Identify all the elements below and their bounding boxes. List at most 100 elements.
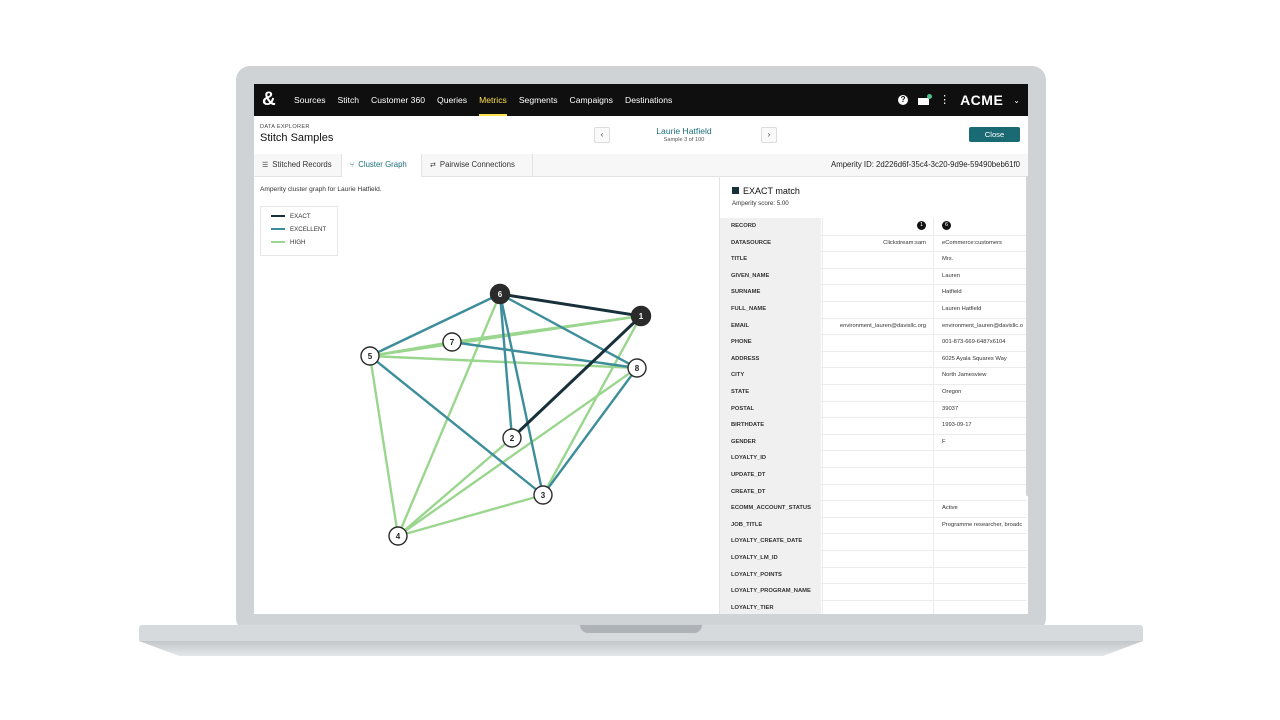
graph-node-5[interactable]: 5	[360, 346, 380, 366]
graph-node-1[interactable]: 1	[630, 305, 652, 327]
field-name: FULL_NAME	[720, 301, 821, 318]
record-value	[822, 367, 932, 384]
record-value: 1993-09-17	[933, 417, 1027, 434]
gift-icon[interactable]	[918, 94, 933, 105]
more-options-icon[interactable]: ⋮	[939, 95, 950, 106]
edge-6-2[interactable]	[498, 293, 514, 439]
record-value	[822, 301, 932, 318]
table-row: ADDRESS 6025 Ayala Squares Way	[720, 350, 1027, 369]
nav-item-campaigns[interactable]: Campaigns	[564, 84, 619, 116]
next-sample-button[interactable]: ›	[761, 127, 777, 143]
nav-item-destinations[interactable]: Destinations	[619, 84, 678, 116]
cluster-graph: 6 1 7 5 8 2 3 4	[360, 283, 652, 546]
record-value: environment_lauren@davisllc.o	[933, 317, 1027, 335]
graph-node-7[interactable]: 7	[442, 332, 462, 352]
amperity-id: Amperity ID: 2d226d6f-35c4-3c20-9d9e-594…	[831, 160, 1020, 169]
record-value	[822, 483, 932, 501]
table-row: GIVEN_NAME Lauren	[720, 267, 1027, 286]
record-value	[822, 583, 932, 600]
table-row: LOYALTY_PROGRAM_NAME	[720, 583, 1027, 601]
graph-node-3[interactable]: 3	[533, 485, 553, 505]
breadcrumb: DATA EXPLORER	[260, 124, 310, 130]
table-row: EMAIL environment_lauren@davisllc.org envi…	[720, 317, 1027, 336]
record-value	[933, 533, 1027, 550]
record-value	[933, 483, 1027, 501]
field-name: CREATE_DT	[720, 483, 821, 501]
page-header: DATA EXPLORER Stitch Samples ‹ Laurie Ha…	[254, 116, 1028, 155]
nav-item-segments[interactable]: Segments	[513, 84, 564, 116]
field-name: SURNAME	[720, 284, 821, 301]
record-value	[933, 450, 1027, 467]
node-label: 8	[635, 364, 640, 373]
record-value	[822, 384, 932, 401]
graph-node-4[interactable]: 4	[388, 526, 408, 546]
field-name: POSTAL	[720, 400, 821, 418]
match-score: Amperity score: 5.00	[732, 200, 789, 207]
record-value: Clickstream:sam	[822, 234, 932, 252]
nav-item-stitch[interactable]: Stitch	[332, 84, 366, 116]
table-row: SURNAME Hatfield	[720, 284, 1027, 302]
record-column-1: 1	[822, 218, 932, 235]
edge-2-4[interactable]	[397, 437, 513, 537]
edge-4-3[interactable]	[397, 493, 544, 538]
record-value: 001-873-669-6487x6104	[933, 334, 1027, 351]
table-row: TITLE Mrs.	[720, 251, 1027, 269]
pane-scrollbar[interactable]	[1026, 176, 1028, 496]
nav-item-customer-360[interactable]: Customer 360	[365, 84, 431, 116]
record-value	[822, 251, 932, 268]
field-name: ECOMM_ACCOUNT_STATUS	[720, 500, 821, 517]
amperity-logo[interactable]: &	[262, 90, 276, 110]
nav-item-sources[interactable]: Sources	[288, 84, 332, 116]
record-value	[933, 467, 1027, 484]
exact-swatch	[732, 187, 739, 194]
table-row: LOYALTY_LM_ID	[720, 550, 1027, 568]
table-row: BIRTHDATE 1993-09-17	[720, 417, 1027, 435]
field-name: STATE	[720, 384, 821, 401]
table-row: JOB_TITLE Programme researcher, broadc	[720, 516, 1027, 535]
nav-right: ? ⋮ ACME ⌄	[898, 84, 1020, 116]
field-name: LOYALTY_TIER	[720, 599, 821, 614]
record-value: Active	[933, 500, 1027, 517]
table-row: LOYALTY_CREATE_DATE	[720, 533, 1027, 551]
record-value	[933, 599, 1027, 614]
tab-cluster-graph[interactable]: ⑂ Cluster Graph	[342, 154, 422, 177]
laptop-notch	[580, 625, 702, 633]
tab-stitched-records[interactable]: ☰ Stitched Records	[254, 154, 342, 176]
record-badge: 6	[942, 220, 951, 230]
top-nav: & Sources Stitch Customer 360 Queries Metric…	[254, 84, 1028, 116]
previous-sample-button[interactable]: ‹	[594, 127, 610, 143]
graph-node-2[interactable]: 2	[502, 428, 522, 448]
nav-item-queries[interactable]: Queries	[431, 84, 473, 116]
edge-8-3[interactable]	[542, 367, 638, 496]
tab-label: Stitched Records	[272, 160, 332, 169]
record-value	[822, 467, 932, 484]
help-icon[interactable]: ?	[898, 95, 909, 105]
graph-node-8[interactable]: 8	[627, 358, 647, 378]
tenant-brand[interactable]: ACME	[960, 92, 1003, 108]
node-label: 6	[498, 290, 503, 299]
graph-node-6[interactable]: 6	[489, 283, 511, 305]
field-name: LOYALTY_ID	[720, 450, 821, 467]
record-badge: 1	[917, 220, 926, 230]
sample-name[interactable]: Laurie Hatfield	[634, 126, 734, 136]
record-value: Programme researcher, broadc	[933, 516, 1027, 534]
record-value: Mrs.	[933, 251, 1027, 268]
record-value: North Jamesview	[933, 367, 1027, 384]
table-row: POSTAL 39037	[720, 400, 1027, 419]
field-name: TITLE	[720, 251, 821, 268]
chevron-down-icon[interactable]: ⌄	[1013, 96, 1020, 105]
tab-pairwise-connections[interactable]: ⇄ Pairwise Connections	[422, 154, 533, 176]
nav-item-metrics[interactable]: Metrics	[473, 84, 513, 116]
record-value	[822, 350, 932, 368]
record-value: 39037	[933, 400, 1027, 418]
record-value: Lauren Hatfield	[933, 301, 1027, 318]
close-button[interactable]: Close	[969, 127, 1020, 142]
swap-icon: ⇄	[430, 162, 436, 169]
record-value	[822, 284, 932, 301]
table-row: ECOMM_ACCOUNT_STATUS Active	[720, 500, 1027, 518]
table-row: GENDER F	[720, 433, 1027, 452]
edge-5-4[interactable]	[368, 355, 400, 537]
field-name: PHONE	[720, 334, 821, 351]
match-title: EXACT match	[732, 186, 800, 196]
record-value	[933, 566, 1027, 584]
